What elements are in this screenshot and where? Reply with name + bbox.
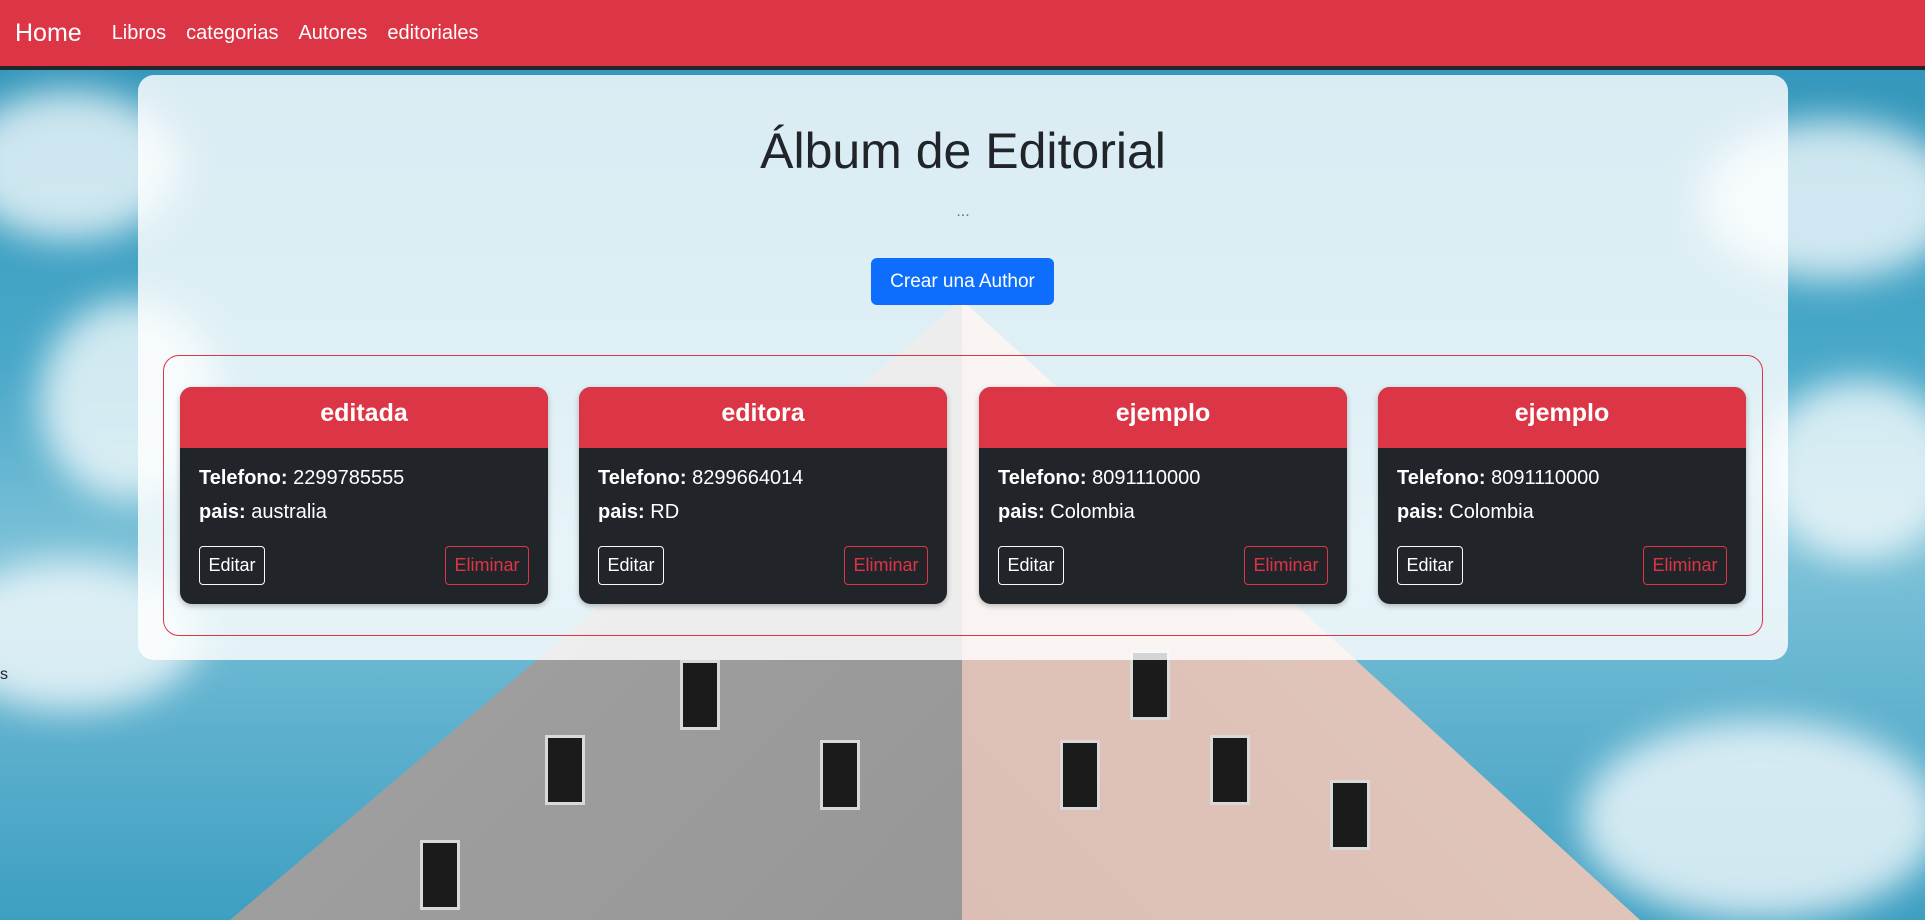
edit-button[interactable]: Editar — [998, 546, 1064, 585]
page-title: Álbum de Editorial — [760, 123, 1166, 179]
country-label: pais: — [199, 501, 246, 523]
nav-home-link[interactable]: Home — [15, 19, 82, 48]
navbar: Home Libros categorias Autores editorial… — [0, 0, 1925, 70]
card-title: ejemplo — [979, 387, 1347, 448]
card-country: pais: Colombia — [1397, 501, 1534, 524]
card-country: pais: australia — [199, 501, 327, 524]
editorial-card: ejemplo Telefono: 8091110000 pais: Colom… — [979, 387, 1347, 604]
card-phone: Telefono: 2299785555 — [199, 467, 404, 490]
nav-link-categorias[interactable]: categorias — [186, 22, 278, 45]
create-author-button[interactable]: Crear una Author — [871, 258, 1054, 305]
card-country: pais: RD — [598, 501, 679, 524]
album-panel: Álbum de Editorial ... Crear una Author … — [138, 75, 1788, 660]
delete-button[interactable]: Eliminar — [1643, 546, 1727, 585]
editorial-card: editora Telefono: 8299664014 pais: RD Ed… — [579, 387, 947, 604]
edit-button[interactable]: Editar — [1397, 546, 1463, 585]
card-title: editada — [180, 387, 548, 448]
page-subtitle: ... — [956, 203, 970, 220]
country-value: RD — [650, 501, 680, 523]
country-value: Colombia — [1050, 501, 1135, 523]
card-title: ejemplo — [1378, 387, 1746, 448]
side-text: s — [0, 666, 8, 683]
delete-button[interactable]: Eliminar — [1244, 546, 1328, 585]
phone-label: Telefono: — [199, 467, 288, 489]
phone-label: Telefono: — [598, 467, 687, 489]
editorial-card: ejemplo Telefono: 8091110000 pais: Colom… — [1378, 387, 1746, 604]
edit-button[interactable]: Editar — [598, 546, 664, 585]
card-country: pais: Colombia — [998, 501, 1135, 524]
nav-link-autores[interactable]: Autores — [298, 22, 367, 45]
nav-link-editoriales[interactable]: editoriales — [387, 22, 478, 45]
delete-button[interactable]: Eliminar — [844, 546, 928, 585]
phone-label: Telefono: — [998, 467, 1087, 489]
country-label: pais: — [598, 501, 645, 523]
editorial-card: editada Telefono: 2299785555 pais: austr… — [180, 387, 548, 604]
country-label: pais: — [1397, 501, 1444, 523]
country-label: pais: — [998, 501, 1045, 523]
cards-container: editada Telefono: 2299785555 pais: austr… — [163, 355, 1763, 636]
phone-value: 8091110000 — [1092, 467, 1201, 489]
card-title: editora — [579, 387, 947, 448]
card-phone: Telefono: 8091110000 — [1397, 467, 1599, 490]
phone-value: 8299664014 — [692, 467, 804, 489]
card-phone: Telefono: 8299664014 — [598, 467, 803, 490]
phone-value: 2299785555 — [293, 467, 405, 489]
phone-value: 8091110000 — [1491, 467, 1600, 489]
country-value: australia — [251, 501, 327, 523]
edit-button[interactable]: Editar — [199, 546, 265, 585]
nav-link-libros[interactable]: Libros — [112, 22, 166, 45]
card-phone: Telefono: 8091110000 — [998, 467, 1200, 490]
delete-button[interactable]: Eliminar — [445, 546, 529, 585]
phone-label: Telefono: — [1397, 467, 1486, 489]
country-value: Colombia — [1449, 501, 1534, 523]
